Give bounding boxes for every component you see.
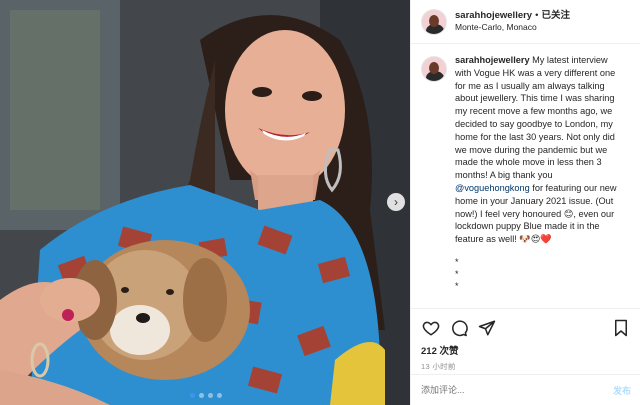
caption-avatar[interactable] xyxy=(421,56,447,82)
carousel-dot xyxy=(199,393,204,398)
post-details-panel: sarahhojewellery • 已关注 Monte-Carlo, Mona… xyxy=(410,0,640,405)
header-username[interactable]: sarahhojewellery xyxy=(455,10,532,22)
post-timestamp[interactable]: 13 小时前 xyxy=(421,361,631,372)
share-icon[interactable] xyxy=(477,318,497,338)
caption-body-1: My latest interview with Vogue HK was a … xyxy=(455,55,616,181)
carousel-dot xyxy=(208,393,213,398)
caption-area: sarahhojewellery My latest interview wit… xyxy=(411,44,640,306)
chevron-right-icon: › xyxy=(394,195,398,209)
next-slide-button[interactable]: › xyxy=(387,193,405,211)
avatar[interactable] xyxy=(421,8,447,35)
following-button[interactable]: 已关注 xyxy=(541,10,570,22)
caption-bullets: * * * xyxy=(455,256,630,292)
carousel-dot xyxy=(217,393,222,398)
action-bar: 212 次赞 13 小时前 xyxy=(411,308,640,372)
carousel-indicator xyxy=(190,393,222,398)
separator-dot: • xyxy=(535,10,539,22)
post-comment-button[interactable]: 发布 xyxy=(613,384,631,397)
heart-icon[interactable] xyxy=(421,318,441,338)
comment-box: 发布 xyxy=(411,374,640,405)
post-photo[interactable]: › xyxy=(0,0,410,405)
bullet: * xyxy=(455,256,459,267)
likes-count[interactable]: 212 次赞 xyxy=(421,343,631,357)
bullet: * xyxy=(455,280,459,291)
location-link[interactable]: Monte-Carlo, Monaco xyxy=(455,22,570,33)
post-header: sarahhojewellery • 已关注 Monte-Carlo, Mona… xyxy=(411,0,640,44)
mention-link[interactable]: @voguehongkong xyxy=(455,183,530,193)
comment-input[interactable] xyxy=(421,385,613,395)
bullet: * xyxy=(455,268,459,279)
comment-icon[interactable] xyxy=(449,318,469,338)
caption-username[interactable]: sarahhojewellery xyxy=(455,55,530,65)
photo-illustration xyxy=(0,0,410,405)
carousel-dot xyxy=(190,393,195,398)
caption-text: sarahhojewellery My latest interview wit… xyxy=(455,54,625,246)
bookmark-icon[interactable] xyxy=(611,318,631,338)
